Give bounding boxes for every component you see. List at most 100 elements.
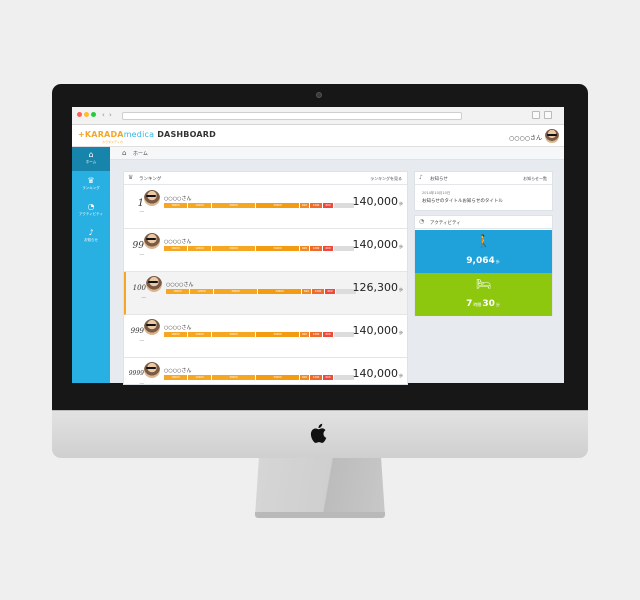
apple-logo-icon xyxy=(310,423,327,443)
steps-total: 140,000 xyxy=(352,195,399,208)
step-segment: 600 xyxy=(300,203,310,208)
ranking-header: ♛ ランキング ランキングを見る xyxy=(124,172,407,185)
steps-total-group: 140,000歩 xyxy=(353,324,404,337)
activity-icon: ◔ xyxy=(419,218,425,225)
sidebar-item-news[interactable]: ♪ お知らせ xyxy=(72,225,110,249)
maximize-window-button[interactable] xyxy=(91,112,96,117)
logo-subtitle: カラダメディカ xyxy=(102,140,123,144)
close-window-button[interactable] xyxy=(77,112,82,117)
step-segment: 12000 xyxy=(188,246,212,251)
step-breakdown-bar: 18000 12000 30000 34000 600 1200 600 xyxy=(164,375,354,380)
steps-total: 140,000 xyxy=(352,238,399,251)
step-segment: 30000 xyxy=(212,203,256,208)
minimize-window-button[interactable] xyxy=(84,112,89,117)
avatar[interactable] xyxy=(144,190,160,206)
browser-chrome: ‹ › xyxy=(72,107,564,125)
step-segment: 12000 xyxy=(188,332,212,337)
step-segment: 30000 xyxy=(212,375,256,380)
share-icon[interactable] xyxy=(532,111,540,119)
steps-total: 126,300 xyxy=(352,281,399,294)
rank-change: --- xyxy=(141,295,146,300)
steps-unit: 歩 xyxy=(399,201,403,206)
table-row[interactable]: 999 --- ○○○○さん 18000 12000 30000 34000 600 1200 6… xyxy=(124,315,407,358)
breadcrumb: ⌂ ホーム xyxy=(110,147,564,160)
steps-total-group: 140,000歩 xyxy=(353,238,404,251)
back-arrow-icon[interactable]: ‹ xyxy=(102,111,105,119)
steps-unit: 歩 xyxy=(399,373,403,378)
breadcrumb-home[interactable]: ホーム xyxy=(133,150,148,157)
steps-total: 140,000 xyxy=(352,367,399,380)
sidebar-item-ranking[interactable]: ♛ ランキング xyxy=(72,173,110,197)
trophy-icon: ♛ xyxy=(128,174,134,181)
table-row[interactable]: 1 --- ○○○○さん 18000 12000 30000 34000 600 1200 600… xyxy=(124,186,407,229)
table-row[interactable]: 9999 --- ○○○○さん 18000 12000 30000 34000 600 1200… xyxy=(124,358,407,384)
imac-mockup: ‹ › +KARADAmedica DASHBOARD カラダメディカ ○○○○さ… xyxy=(0,0,640,600)
home-icon[interactable]: ⌂ xyxy=(122,149,126,157)
user-avatar[interactable] xyxy=(545,129,559,143)
step-segment: 1200 xyxy=(310,332,323,337)
step-segment: 18000 xyxy=(164,203,188,208)
news-item-link[interactable]: お知らせのタイトルお知らせのタイトル xyxy=(422,198,503,204)
app-header: +KARADAmedica DASHBOARD カラダメディカ ○○○○さん xyxy=(72,125,564,147)
steps-unit: 歩 xyxy=(399,244,403,249)
sidebar-item-label: お知らせ xyxy=(84,238,98,242)
app-logo[interactable]: +KARADAmedica DASHBOARD xyxy=(78,130,216,139)
rank-change: --- xyxy=(139,252,144,257)
rank-number: 1 xyxy=(137,198,144,209)
news-header: ♪ お知らせ お知らせ一覧 xyxy=(415,172,552,185)
sidebar-item-home[interactable]: ⌂ ホーム xyxy=(72,147,110,171)
user-name[interactable]: ○○○○さん xyxy=(164,238,191,245)
rank-number: 100 xyxy=(132,284,146,292)
logo-brand: medica xyxy=(123,130,155,139)
user-name[interactable]: ○○○○さん xyxy=(164,367,191,374)
sidebar-item-label: ランキング xyxy=(82,186,100,190)
url-bar[interactable] xyxy=(122,112,462,120)
ranking-panel: ♛ ランキング ランキングを見る 1 --- ○○○○さん 18000 12000 300… xyxy=(123,171,408,385)
step-segment: 18000 xyxy=(164,246,188,251)
step-breakdown-bar: 18000 12000 30000 34000 600 1200 600 xyxy=(164,332,354,337)
avatar[interactable] xyxy=(144,319,160,335)
table-row[interactable]: 100 --- ○○○○さん 18000 12000 30000 34000 600 1200 6… xyxy=(124,272,407,315)
sidebar-item-activity[interactable]: ◔ アクティビティ xyxy=(72,199,110,223)
step-segment: 18000 xyxy=(164,332,188,337)
step-segment: 600 xyxy=(323,332,334,337)
ranking-title: ランキング xyxy=(139,177,162,182)
home-icon: ⌂ xyxy=(88,150,94,159)
avatar[interactable] xyxy=(146,276,162,292)
news-list-link[interactable]: お知らせ一覧 xyxy=(523,176,547,182)
rank-change: --- xyxy=(139,338,144,343)
monitor-stand-base xyxy=(255,512,385,518)
sleep-tile[interactable]: 🛏 7時間30分 xyxy=(415,273,552,316)
news-panel: ♪ お知らせ お知らせ一覧 2014年10月10日 お知らせのタイトルお知らせの… xyxy=(414,171,553,211)
rank-change: --- xyxy=(139,209,144,214)
user-name[interactable]: ○○○○さん xyxy=(509,133,542,142)
step-segment: 34000 xyxy=(256,332,300,337)
steps-unit: 歩 xyxy=(399,287,403,292)
new-tab-icon[interactable] xyxy=(544,111,552,119)
avatar[interactable] xyxy=(144,233,160,249)
activity-title: アクティビティ xyxy=(430,221,461,226)
step-segment: 18000 xyxy=(166,289,190,294)
step-segment: 600 xyxy=(302,289,312,294)
step-segment: 600 xyxy=(300,375,310,380)
user-name[interactable]: ○○○○さん xyxy=(166,281,193,288)
avatar[interactable] xyxy=(144,362,160,378)
user-name[interactable]: ○○○○さん xyxy=(164,324,191,331)
step-segment: 34000 xyxy=(258,289,302,294)
steps-total-group: 126,300歩 xyxy=(353,281,404,294)
logo-suffix: DASHBOARD xyxy=(157,130,216,139)
steps-unit: 歩 xyxy=(495,259,500,264)
sleep-minutes: 30 xyxy=(482,299,495,309)
table-row[interactable]: 99 --- ○○○○さん 18000 12000 30000 34000 600 1200 60… xyxy=(124,229,407,272)
steps-tile[interactable]: 🚶 9,064歩 xyxy=(415,230,552,273)
step-segment: 1200 xyxy=(310,246,323,251)
steps-total: 140,000 xyxy=(352,324,399,337)
ranking-more-link[interactable]: ランキングを見る xyxy=(370,176,402,182)
step-segment: 34000 xyxy=(256,246,300,251)
sidebar-item-label: アクティビティ xyxy=(79,212,103,216)
step-segment: 1200 xyxy=(312,289,325,294)
steps-value: 9,064 xyxy=(466,256,495,266)
forward-arrow-icon[interactable]: › xyxy=(109,111,112,119)
user-name[interactable]: ○○○○さん xyxy=(164,195,191,202)
activity-header: ◔ アクティビティ xyxy=(415,216,552,229)
